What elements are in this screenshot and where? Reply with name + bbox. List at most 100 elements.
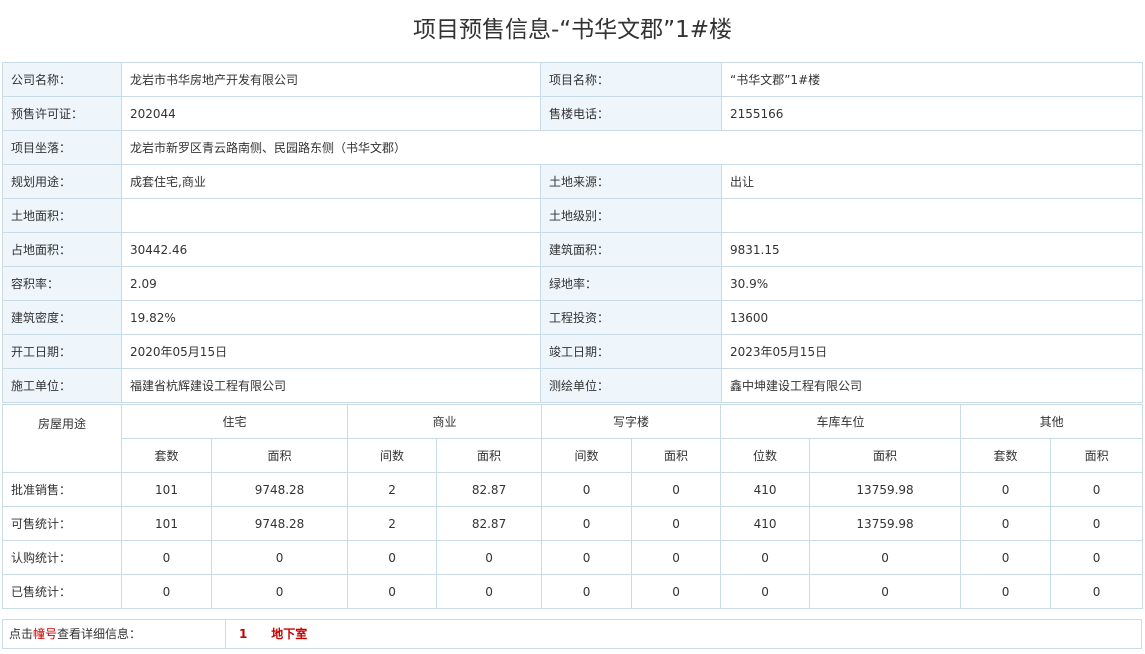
label-planned-use: 规划用途： — [2, 164, 122, 199]
value-start-date: 2020年05月15日 — [121, 334, 541, 369]
info-row-permit: 预售许可证： 202044 售楼电话： 2155166 — [2, 96, 1143, 131]
stat-cell: 0 — [210, 574, 349, 609]
stat-cell: 0 — [1050, 540, 1144, 575]
info-row-usage: 规划用途： 成套住宅,商业 土地来源： 出让 — [2, 164, 1143, 199]
value-project-name: “书华文郡”1#楼 — [721, 62, 1143, 97]
sub-header: 位数 — [720, 438, 811, 473]
project-info-table: 公司名称： 龙岩市书华房地产开发有限公司 项目名称： “书华文郡”1#楼 预售许… — [2, 62, 1143, 403]
row-label-approved: 批准销售： — [2, 472, 122, 507]
sub-header: 套数 — [960, 438, 1052, 473]
label-green-ratio: 绿地率： — [540, 266, 722, 301]
stat-cell: 0 — [809, 540, 962, 575]
building-link-basement[interactable]: 地下室 — [271, 627, 307, 641]
link-bar-keyword: 幢号 — [33, 627, 58, 641]
stat-cell: 0 — [541, 540, 633, 575]
stats-group-header: 房屋用途 住宅 商业 写字楼 车库车位 其他 — [2, 404, 1144, 473]
group-header-commercial: 商业 — [347, 404, 543, 439]
value-green-ratio: 30.9% — [721, 266, 1143, 301]
label-start-date: 开工日期： — [2, 334, 122, 369]
value-sales-phone: 2155166 — [721, 96, 1143, 131]
stats-sub-header: 套数 面积 间数 面积 间数 面积 位数 面积 套数 面积 — [3, 438, 1144, 473]
stats-row-approved: 批准销售： 101 9748.28 2 82.87 0 0 410 13759.… — [2, 472, 1144, 507]
info-row-location: 项目坐落： 龙岩市新罗区青云路南侧、民园路东侧（书华文郡） — [2, 130, 1143, 165]
label-land-area: 土地面积： — [2, 198, 122, 233]
value-company-name: 龙岩市书华房地产开发有限公司 — [121, 62, 541, 97]
stat-cell: 0 — [1050, 574, 1144, 609]
value-presale-permit: 202044 — [121, 96, 541, 131]
info-row-contractors: 施工单位： 福建省杭辉建设工程有限公司 测绘单位： 鑫中坤建设工程有限公司 — [2, 368, 1143, 403]
stat-cell: 0 — [960, 540, 1052, 575]
building-link-bar: 点击幢号查看详细信息： 1 地下室 — [2, 619, 1142, 649]
stat-cell: 0 — [631, 472, 722, 507]
stats-row-available: 可售统计： 101 9748.28 2 82.87 0 0 410 13759.… — [2, 506, 1144, 541]
label-building-area: 建筑面积： — [540, 232, 722, 267]
value-land-area — [121, 198, 541, 233]
value-land-grade — [721, 198, 1143, 233]
label-sales-phone: 售楼电话： — [540, 96, 722, 131]
stat-cell: 0 — [541, 506, 633, 541]
value-survey-unit: 鑫中坤建设工程有限公司 — [721, 368, 1143, 403]
label-plot-ratio: 容积率： — [2, 266, 122, 301]
link-bar-label: 点击幢号查看详细信息： — [9, 620, 141, 648]
stats-corner-label: 房屋用途 — [2, 404, 122, 473]
value-plot-ratio: 2.09 — [121, 266, 541, 301]
stat-cell: 0 — [210, 540, 349, 575]
stats-row-sold: 已售统计： 0 0 0 0 0 0 0 0 0 0 — [2, 574, 1144, 609]
stat-cell: 0 — [809, 574, 962, 609]
building-links: 1 地下室 — [239, 620, 327, 648]
label-project-name: 项目名称： — [540, 62, 722, 97]
stat-cell: 0 — [960, 574, 1052, 609]
stat-cell: 0 — [436, 574, 543, 609]
stat-cell: 0 — [631, 574, 722, 609]
building-link-1[interactable]: 1 — [239, 627, 247, 641]
label-presale-permit: 预售许可证： — [2, 96, 122, 131]
label-site-area: 占地面积： — [2, 232, 122, 267]
value-site-area: 30442.46 — [121, 232, 541, 267]
group-header-office: 写字楼 — [541, 404, 722, 439]
stat-cell: 101 — [121, 506, 212, 541]
stat-cell: 0 — [720, 540, 811, 575]
row-label-sold: 已售统计： — [2, 574, 122, 609]
sub-header: 间数 — [541, 438, 633, 473]
stat-cell: 0 — [121, 574, 212, 609]
sub-header: 面积 — [631, 438, 722, 473]
row-label-available: 可售统计： — [2, 506, 122, 541]
value-planned-use: 成套住宅,商业 — [121, 164, 541, 199]
info-row-area: 占地面积： 30442.46 建筑面积： 9831.15 — [2, 232, 1143, 267]
info-row-ratio: 容积率： 2.09 绿地率： 30.9% — [2, 266, 1143, 301]
stat-cell: 0 — [347, 540, 438, 575]
label-building-density: 建筑密度： — [2, 300, 122, 335]
sub-header: 面积 — [436, 438, 543, 473]
stat-cell: 13759.98 — [809, 506, 962, 541]
stat-cell: 0 — [347, 574, 438, 609]
page-title: 项目预售信息-“书华文郡”1#楼 — [412, 17, 733, 43]
value-investment: 13600 — [721, 300, 1143, 335]
stat-cell: 82.87 — [436, 472, 543, 507]
stat-cell: 0 — [1050, 506, 1144, 541]
value-construction-unit: 福建省杭辉建设工程有限公司 — [121, 368, 541, 403]
sales-stats-table: 房屋用途 住宅 商业 写字楼 车库车位 其他 套数 面积 间数 面积 间数 面积… — [2, 404, 1144, 609]
label-land-source: 土地来源： — [540, 164, 722, 199]
stat-cell: 13759.98 — [809, 472, 962, 507]
stat-cell: 2 — [347, 506, 438, 541]
value-land-source: 出让 — [721, 164, 1143, 199]
stat-cell: 410 — [720, 472, 811, 507]
sub-header: 面积 — [210, 438, 349, 473]
stat-cell: 0 — [541, 472, 633, 507]
stat-cell: 0 — [541, 574, 633, 609]
label-construction-unit: 施工单位： — [2, 368, 122, 403]
info-row-density: 建筑密度： 19.82% 工程投资： 13600 — [2, 300, 1143, 335]
stat-cell: 0 — [631, 540, 722, 575]
stat-cell: 0 — [121, 540, 212, 575]
stat-cell: 82.87 — [436, 506, 543, 541]
stat-cell: 0 — [631, 506, 722, 541]
stat-cell: 101 — [121, 472, 212, 507]
info-row-company: 公司名称： 龙岩市书华房地产开发有限公司 项目名称： “书华文郡”1#楼 — [2, 62, 1143, 97]
row-label-subscribed: 认购统计： — [2, 540, 122, 575]
link-bar-divider — [225, 620, 226, 648]
label-investment: 工程投资： — [540, 300, 722, 335]
sub-header: 套数 — [121, 438, 212, 473]
stat-cell: 0 — [720, 574, 811, 609]
stat-cell: 9748.28 — [210, 472, 349, 507]
value-building-density: 19.82% — [121, 300, 541, 335]
